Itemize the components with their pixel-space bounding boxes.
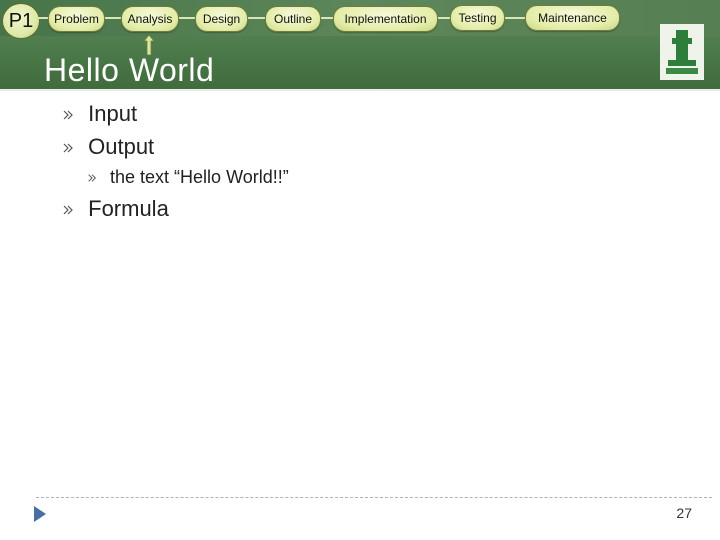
part-badge: P1 bbox=[2, 3, 40, 39]
page-number: 27 bbox=[676, 505, 692, 521]
step-implementation[interactable]: Implementation bbox=[333, 6, 438, 32]
footer-triangle-icon bbox=[34, 506, 46, 522]
bullet-text: Formula bbox=[88, 196, 169, 221]
step-label: Problem bbox=[54, 12, 99, 26]
bullet-arrow-icon bbox=[63, 110, 73, 120]
step-label: Implementation bbox=[344, 12, 427, 26]
bullet-output: Output bbox=[62, 134, 154, 160]
step-connector bbox=[503, 17, 525, 19]
step-analysis[interactable]: Analysis bbox=[121, 6, 179, 32]
step-connector bbox=[246, 17, 265, 19]
step-label: Analysis bbox=[127, 12, 173, 26]
header-divider bbox=[0, 89, 720, 91]
university-logo bbox=[660, 24, 704, 80]
step-connector bbox=[436, 17, 450, 19]
bullet-arrow-icon bbox=[63, 143, 73, 153]
step-label: Maintenance bbox=[538, 11, 607, 25]
slide-title: Hello World bbox=[44, 52, 215, 88]
step-label: Design bbox=[202, 12, 241, 26]
footer-divider bbox=[36, 497, 712, 498]
sub-bullet-output-text: the text “Hello World!!” bbox=[87, 167, 289, 188]
step-label: Outline bbox=[273, 12, 313, 26]
step-connector bbox=[319, 17, 333, 19]
step-connector bbox=[177, 17, 195, 19]
bullet-input: Input bbox=[62, 101, 137, 127]
bullet-text: the text “Hello World!!” bbox=[110, 167, 289, 187]
bullet-arrow-icon bbox=[63, 205, 73, 215]
step-problem[interactable]: Problem bbox=[48, 6, 105, 32]
step-maintenance[interactable]: Maintenance bbox=[525, 5, 620, 31]
bullet-text: Input bbox=[88, 101, 138, 126]
bullet-text: Output bbox=[88, 134, 155, 159]
bullet-arrow-icon bbox=[88, 174, 97, 182]
step-design[interactable]: Design bbox=[195, 6, 248, 32]
step-label: Testing bbox=[458, 11, 497, 25]
step-connector bbox=[103, 17, 121, 19]
step-outline[interactable]: Outline bbox=[265, 6, 321, 32]
bullet-formula: Formula bbox=[62, 196, 169, 222]
logo-emblem-icon bbox=[660, 24, 704, 80]
step-testing[interactable]: Testing bbox=[450, 5, 505, 31]
